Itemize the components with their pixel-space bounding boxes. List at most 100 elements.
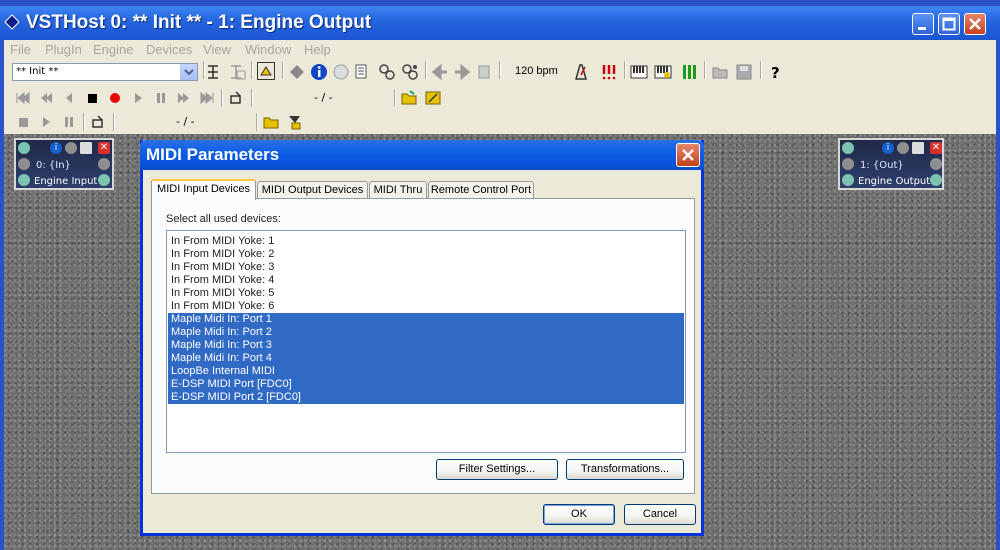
menu-view[interactable]: View	[203, 42, 231, 57]
menu-engine[interactable]: Engine	[93, 42, 133, 57]
info-icon[interactable]: i	[882, 142, 894, 154]
list-item[interactable]: E-DSP MIDI Port [FDC0]	[168, 378, 684, 391]
menu-file[interactable]: File	[10, 42, 31, 57]
in-port-icon[interactable]	[842, 158, 854, 170]
program-icon[interactable]	[80, 142, 92, 154]
list-item[interactable]: In From MIDI Yoke: 6	[168, 300, 684, 313]
level-meter-icon[interactable]	[680, 63, 698, 81]
filter-settings-button[interactable]: Filter Settings...	[436, 459, 558, 480]
record-icon[interactable]	[106, 89, 124, 107]
menu-plugin[interactable]: PlugIn	[45, 42, 82, 57]
open-file-icon[interactable]	[262, 113, 280, 131]
plugin-edit-icon[interactable]	[257, 62, 275, 80]
chain-icon[interactable]	[98, 174, 110, 186]
tab-midi-input-devices[interactable]: MIDI Input Devices	[151, 179, 256, 200]
cancel-button[interactable]: Cancel	[624, 504, 696, 525]
open-folder-icon[interactable]	[711, 63, 729, 81]
list-item[interactable]: In From MIDI Yoke: 4	[168, 274, 684, 287]
stop-icon[interactable]	[14, 113, 32, 131]
plugin-toggle-icon[interactable]	[18, 142, 30, 154]
chain-icon[interactable]	[842, 174, 854, 186]
diamond-icon[interactable]	[288, 63, 306, 81]
engine-output-node[interactable]: i ✕ 1: {Out} Engine Output	[838, 138, 944, 190]
tab-midi-thru[interactable]: MIDI Thru	[369, 181, 427, 199]
list-item[interactable]: In From MIDI Yoke: 1	[168, 235, 684, 248]
bypass-icon[interactable]	[897, 142, 909, 154]
open-file-icon[interactable]	[400, 89, 418, 107]
rewind-start-icon[interactable]	[14, 89, 32, 107]
play-icon[interactable]	[37, 113, 55, 131]
list-item[interactable]: In From MIDI Yoke: 2	[168, 248, 684, 261]
keyboard-settings-icon[interactable]	[654, 63, 672, 81]
transformations-button[interactable]: Transformations...	[566, 459, 684, 480]
list-item[interactable]: Maple Midi In: Port 4	[168, 352, 684, 365]
separator	[282, 61, 284, 79]
play-icon[interactable]	[129, 89, 147, 107]
preset-value: ** Init **	[16, 66, 59, 77]
keyboard-icon[interactable]	[630, 63, 648, 81]
out-port-icon[interactable]	[930, 158, 942, 170]
link-icon[interactable]	[378, 63, 396, 81]
out-port-icon[interactable]	[98, 158, 110, 170]
pause-icon[interactable]	[152, 89, 170, 107]
file-settings-icon[interactable]	[424, 89, 442, 107]
forward-end-icon[interactable]	[198, 89, 216, 107]
list-item[interactable]: Maple Midi In: Port 2	[168, 326, 684, 339]
arrow-right-icon[interactable]	[453, 63, 471, 81]
info-icon[interactable]: i	[50, 142, 62, 154]
tab-remote-control-port[interactable]: Remote Control Port	[428, 181, 534, 199]
metronome-icon[interactable]	[572, 63, 590, 81]
program-list-icon[interactable]	[354, 63, 372, 81]
main-toolbar: ** Init ** 120 bpm ?	[4, 58, 996, 86]
dialog-close-button[interactable]	[676, 143, 700, 167]
plugin-toggle-icon[interactable]	[842, 142, 854, 154]
title-bar[interactable]: VSTHost 0: ** Init ** - 1: Engine Output	[0, 6, 1000, 40]
list-item[interactable]: E-DSP MIDI Port 2 [FDC0]	[168, 391, 684, 404]
list-item[interactable]: In From MIDI Yoke: 3	[168, 261, 684, 274]
chain-off-icon[interactable]	[228, 63, 246, 81]
chevron-down-icon[interactable]	[180, 64, 197, 80]
close-icon[interactable]: ✕	[98, 142, 110, 154]
dialog-title-bar[interactable]: MIDI Parameters	[140, 140, 704, 170]
tab-midi-output-devices[interactable]: MIDI Output Devices	[257, 181, 368, 199]
list-item[interactable]: In From MIDI Yoke: 5	[168, 287, 684, 300]
menu-devices[interactable]: Devices	[146, 42, 192, 57]
menu-window[interactable]: Window	[245, 42, 291, 57]
link-settings-icon[interactable]	[401, 63, 419, 81]
rewind-icon[interactable]	[37, 89, 55, 107]
tempo-readout[interactable]: 120 bpm	[515, 65, 558, 77]
list-item[interactable]: Maple Midi In: Port 3	[168, 339, 684, 352]
step-back-icon[interactable]	[60, 89, 78, 107]
in-port-icon[interactable]	[18, 158, 30, 170]
meter-icon[interactable]	[332, 63, 350, 81]
bypass-icon[interactable]	[65, 142, 77, 154]
arrow-left-icon[interactable]	[431, 63, 449, 81]
program-icon[interactable]	[912, 142, 924, 154]
list-item[interactable]: Maple Midi In: Port 1	[168, 313, 684, 326]
fast-forward-icon[interactable]	[175, 89, 193, 107]
pause-icon[interactable]	[60, 113, 78, 131]
chain-icon[interactable]	[930, 174, 942, 186]
preset-select[interactable]: ** Init **	[12, 63, 198, 81]
midi-panic-icon[interactable]	[600, 63, 618, 81]
info-icon[interactable]	[310, 63, 328, 81]
chain-icon[interactable]	[18, 174, 30, 186]
device-listbox[interactable]: In From MIDI Yoke: 1 In From MIDI Yoke: …	[166, 230, 686, 453]
engine-input-node[interactable]: i ✕ 0: {In} Engine Input	[14, 138, 114, 190]
loop-icon[interactable]	[227, 89, 245, 107]
stop-icon[interactable]	[83, 89, 101, 107]
save-icon[interactable]	[735, 63, 753, 81]
ok-button[interactable]: OK	[543, 504, 615, 525]
record-settings-icon[interactable]	[286, 113, 304, 131]
menu-help[interactable]: Help	[304, 42, 331, 57]
help-icon[interactable]: ?	[767, 63, 785, 81]
bank-icon[interactable]	[476, 63, 494, 81]
list-item[interactable]: LoopBe Internal MIDI	[168, 365, 684, 378]
svg-text:?: ?	[771, 64, 780, 81]
close-window-button[interactable]	[964, 13, 986, 35]
close-icon[interactable]: ✕	[930, 142, 942, 154]
maximize-button[interactable]	[938, 13, 960, 35]
chain-icon[interactable]	[205, 63, 223, 81]
minimize-button[interactable]	[912, 13, 934, 35]
loop-icon[interactable]	[89, 113, 107, 131]
